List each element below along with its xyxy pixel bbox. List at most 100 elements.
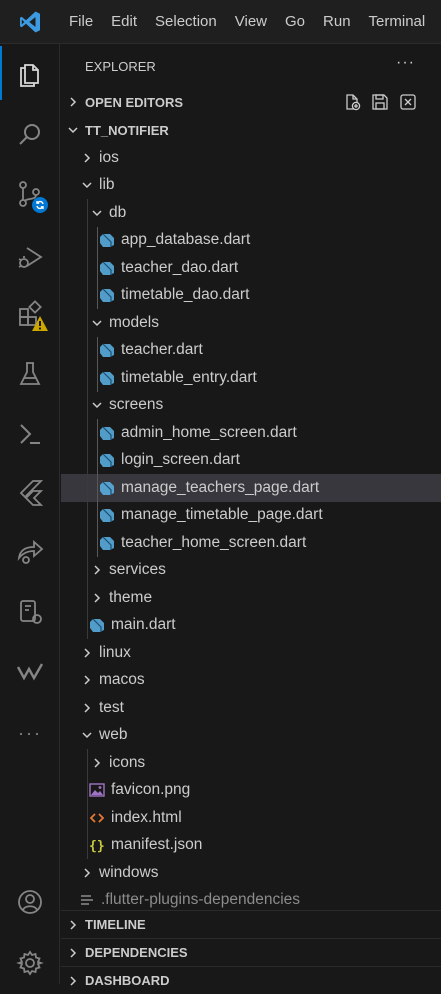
search-icon[interactable] — [0, 108, 60, 162]
save-all-icon[interactable] — [371, 93, 389, 114]
menu-run[interactable]: Run — [314, 0, 360, 44]
flutter-icon[interactable] — [0, 465, 60, 519]
menu-view[interactable]: View — [226, 0, 276, 44]
tree-item-label: login_screen.dart — [121, 451, 240, 469]
dart-file-icon — [99, 480, 115, 496]
liveshare-icon[interactable] — [0, 525, 60, 579]
dart-file-icon — [99, 232, 115, 248]
dart-file-icon — [99, 535, 115, 551]
file-item[interactable]: timetable_entry.dart — [61, 364, 441, 392]
file-item[interactable]: {} manifest.json — [61, 832, 441, 860]
file-item[interactable]: admin_home_screen.dart — [61, 419, 441, 447]
folder-item[interactable]: macos — [61, 667, 441, 695]
dart-file-icon — [99, 507, 115, 523]
tree-item-label: app_database.dart — [121, 231, 251, 249]
folder-item[interactable]: web — [61, 722, 441, 750]
dart-file-icon — [99, 370, 115, 386]
file-item[interactable]: timetable_dao.dart — [61, 282, 441, 310]
dart-file-icon — [99, 260, 115, 276]
remote-icon[interactable] — [0, 406, 60, 460]
tree-item-label: test — [99, 698, 124, 716]
chevron-right-icon — [89, 590, 105, 606]
menu-go[interactable]: Go — [276, 0, 314, 44]
menu-file[interactable]: File — [60, 0, 102, 44]
tree-item-label: manage_teachers_page.dart — [121, 478, 320, 496]
tree-item-label: windows — [99, 863, 159, 881]
file-item[interactable]: favicon.png — [61, 777, 441, 805]
file-item[interactable]: manage_teachers_page.dart — [61, 474, 441, 502]
wakatime-icon[interactable] — [0, 645, 60, 699]
chevron-right-icon — [79, 672, 95, 688]
chevron-right-icon — [79, 645, 95, 661]
testing-icon[interactable] — [0, 347, 60, 401]
folder-item[interactable]: services — [61, 557, 441, 585]
dependencies-section[interactable]: DEPENDENCIES — [61, 938, 441, 966]
chevron-right-icon — [79, 700, 95, 716]
new-untitled-file-icon[interactable] — [343, 93, 361, 114]
menu-selection[interactable]: Selection — [146, 0, 226, 44]
folder-item[interactable]: ios — [61, 144, 441, 172]
file-item[interactable]: app_database.dart — [61, 227, 441, 255]
file-item[interactable]: manage_timetable_page.dart — [61, 502, 441, 530]
tree-item-label: admin_home_screen.dart — [121, 423, 297, 441]
indent-guide — [97, 419, 98, 557]
tree-item-label: main.dart — [111, 616, 176, 634]
dependencies-label: DEPENDENCIES — [85, 945, 188, 960]
open-editors-label: OPEN EDITORS — [85, 94, 184, 110]
close-all-editors-icon[interactable] — [399, 93, 417, 114]
source-control-icon[interactable] — [0, 167, 60, 221]
dashboard-label: DASHBOARD — [85, 973, 170, 988]
dashboard-section[interactable]: DASHBOARD — [61, 966, 441, 994]
folder-item[interactable]: icons — [61, 749, 441, 777]
chevron-right-icon — [61, 919, 85, 931]
file-item[interactable]: index.html — [61, 804, 441, 832]
menu-terminal[interactable]: Terminal — [360, 0, 435, 44]
menu-edit[interactable]: Edit — [102, 0, 146, 44]
settings-gear-icon[interactable] — [0, 936, 60, 990]
dart-file-icon — [99, 287, 115, 303]
folder-item[interactable]: theme — [61, 584, 441, 612]
file-item[interactable]: main.dart — [61, 612, 441, 640]
indent-guide — [97, 226, 98, 309]
tree-item-label: lib — [99, 176, 115, 194]
run-debug-icon[interactable] — [0, 230, 60, 284]
account-icon[interactable] — [0, 875, 60, 929]
folder-item[interactable]: test — [61, 694, 441, 722]
tree-item-label: timetable_entry.dart — [121, 368, 257, 386]
folder-item[interactable]: lib — [61, 172, 441, 200]
more-icon[interactable]: ··· — [0, 706, 60, 760]
chevron-right-icon — [61, 975, 85, 987]
folder-item[interactable]: screens — [61, 392, 441, 420]
project-name: TT_NOTIFIER — [85, 122, 169, 138]
folder-item[interactable]: db — [61, 199, 441, 227]
menu-bar: File Edit Selection View Go Run Terminal — [60, 0, 434, 44]
extensions-icon[interactable] — [0, 287, 60, 341]
file-item[interactable]: login_screen.dart — [61, 447, 441, 475]
tree-item-label: theme — [109, 588, 153, 606]
devices-icon[interactable] — [0, 585, 60, 639]
tree-item-label: manifest.json — [111, 836, 203, 854]
file-item[interactable]: teacher_dao.dart — [61, 254, 441, 282]
file-item[interactable]: teacher_home_screen.dart — [61, 529, 441, 557]
tree-item-label: index.html — [111, 808, 182, 826]
json-file-icon: {} — [89, 837, 105, 853]
open-editors-section[interactable]: OPEN EDITORS — [61, 88, 441, 116]
svg-text:{}: {} — [89, 839, 105, 853]
explorer-title: EXPLORER — [85, 58, 156, 74]
explorer-header: EXPLORER ··· — [61, 44, 441, 88]
folder-item[interactable]: linux — [61, 639, 441, 667]
explorer-icon[interactable] — [0, 46, 60, 100]
config-file-icon — [79, 892, 95, 908]
dart-file-icon — [99, 425, 115, 441]
timeline-section[interactable]: TIMELINE — [61, 910, 441, 938]
tree-item-label: favicon.png — [111, 781, 191, 799]
explorer-more-actions-icon[interactable]: ··· — [396, 54, 415, 72]
chevron-down-icon — [79, 727, 95, 743]
tree-item-label: macos — [99, 671, 145, 689]
tree-item-label: screens — [109, 396, 164, 414]
project-section[interactable]: TT_NOTIFIER — [61, 116, 441, 144]
folder-item[interactable]: models — [61, 309, 441, 337]
file-item[interactable]: teacher.dart — [61, 337, 441, 365]
sync-badge-icon — [32, 197, 48, 213]
folder-item[interactable]: windows — [61, 859, 441, 887]
